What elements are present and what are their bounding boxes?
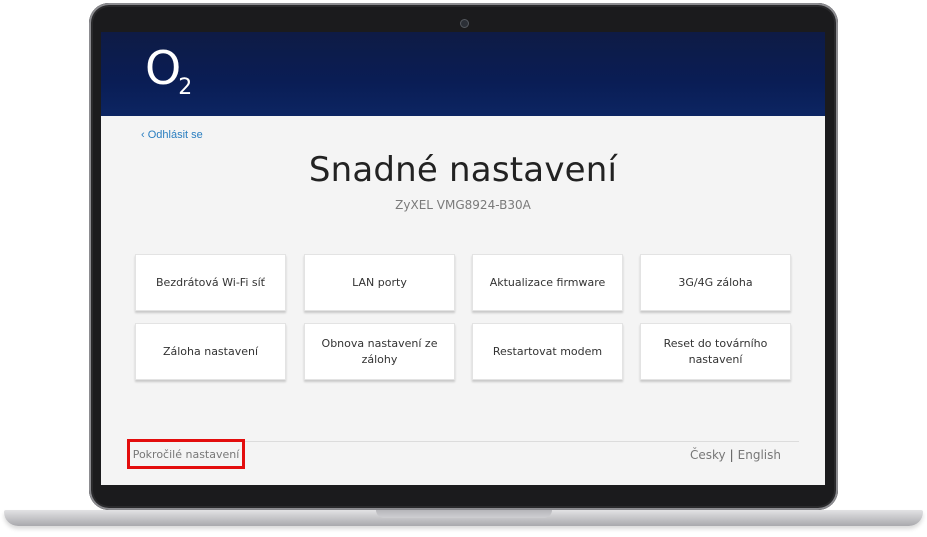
advanced-settings-link[interactable]: Pokročilé nastavení	[127, 439, 245, 469]
language-switcher: Česky | English	[690, 448, 781, 462]
page-title: Snadné nastavení	[308, 150, 618, 190]
laptop-notch	[376, 510, 552, 518]
router-screen: O2 ‹ Odhlásit se Snadné nastavení ZyXEL …	[101, 32, 825, 485]
lang-czech-link[interactable]: Česky	[690, 448, 726, 462]
tile-restart-modem[interactable]: Restartovat modem	[472, 323, 623, 380]
logout-link[interactable]: ‹ Odhlásit se	[141, 129, 203, 141]
header-bar: O2	[101, 32, 825, 116]
device-model: ZyXEL VMG8924-B30A	[395, 198, 531, 212]
tile-settings-backup[interactable]: Záloha nastavení	[135, 323, 286, 380]
lang-english-link[interactable]: English	[738, 448, 781, 462]
tile-lan-ports[interactable]: LAN porty	[304, 254, 455, 311]
tile-3g4g-backup[interactable]: 3G/4G záloha	[640, 254, 791, 311]
tile-firmware-update[interactable]: Aktualizace firmware	[472, 254, 623, 311]
o2-logo: O2	[145, 41, 193, 100]
tile-wifi[interactable]: Bezdrátová Wi-Fi síť	[135, 254, 286, 311]
camera-icon	[460, 19, 469, 28]
tile-factory-reset[interactable]: Reset do továrního nastavení	[640, 323, 791, 380]
tile-restore-backup[interactable]: Obnova nastavení ze zálohy	[304, 323, 455, 380]
lang-separator: |	[729, 448, 734, 462]
